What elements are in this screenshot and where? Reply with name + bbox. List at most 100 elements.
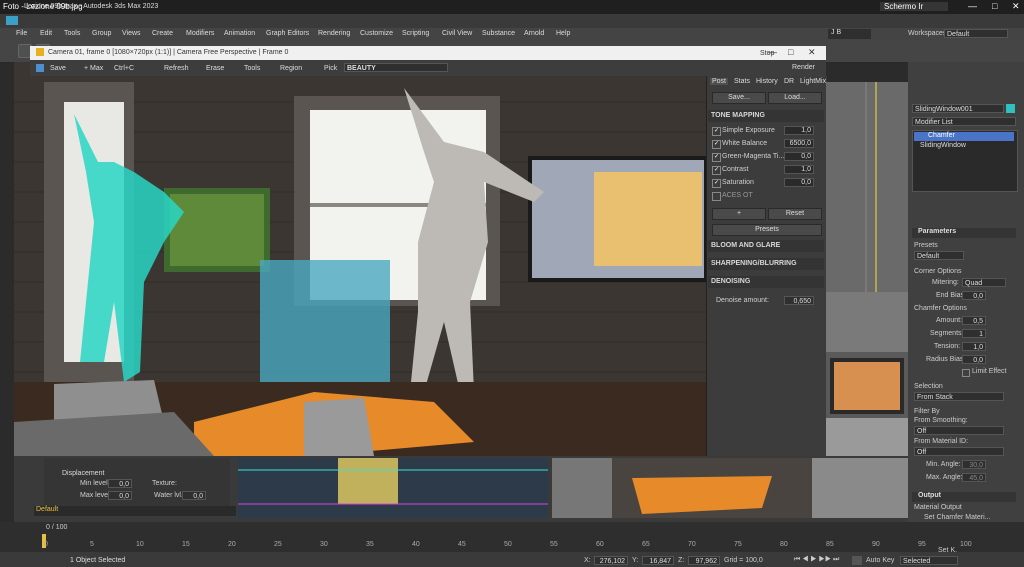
tab-lightmix[interactable]: LightMix (798, 78, 828, 85)
menu-customize[interactable]: Customize (360, 30, 393, 37)
post-save-button[interactable]: Save... (712, 92, 766, 104)
tm-value[interactable]: 0,0 (784, 152, 814, 161)
timeline[interactable] (0, 522, 1024, 552)
checkbox-icon[interactable] (712, 192, 721, 201)
stack-item-slidingwindow[interactable]: SlidingWindow (914, 142, 966, 149)
close-icon[interactable]: ✕ (1012, 1, 1020, 12)
rf-tools-button[interactable]: Tools (244, 65, 260, 72)
rf-maximize-icon[interactable]: □ (788, 47, 793, 57)
graph-editor-view[interactable] (238, 458, 548, 518)
selection-dropdown[interactable]: From Stack (914, 392, 1004, 401)
minimize-icon[interactable]: — (968, 1, 977, 11)
post-load-button[interactable]: Load... (768, 92, 822, 104)
rf-pick-button[interactable]: Pick (324, 65, 337, 72)
end-bias-field[interactable]: 0,0 (962, 291, 986, 300)
menu-substance[interactable]: Substance (482, 30, 515, 37)
tone-mapping-header[interactable]: TONE MAPPING (708, 110, 824, 122)
menu-rendering[interactable]: Rendering (318, 30, 350, 37)
stop-button[interactable]: Stop (760, 50, 774, 57)
max-title: Lezione 09b.max - Autodesk 3ds Max 2023 (24, 3, 159, 10)
workspaces-dropdown[interactable]: Default (944, 29, 1008, 38)
presets-dropdown[interactable]: Default (914, 251, 964, 260)
max-level-field[interactable]: 0,0 (108, 491, 132, 500)
checkbox-icon[interactable]: ✓ (712, 179, 721, 188)
add-operation-button[interactable]: + (712, 208, 766, 220)
rf-save-button[interactable]: Save (50, 65, 66, 72)
menu-views[interactable]: Views (122, 30, 141, 37)
frame-counter[interactable]: 0 / 100 (46, 524, 67, 531)
render-button[interactable]: Render (792, 64, 815, 71)
play-controls-icon[interactable]: ⏮ ◀ ▶ ▶▶ ⏭ (794, 556, 839, 564)
amount-field[interactable]: 0,5 (962, 316, 986, 325)
denoising-header[interactable]: DENOISING (708, 276, 824, 288)
tab-dr[interactable]: DR (782, 78, 796, 85)
menu-scripting[interactable]: Scripting (402, 30, 429, 37)
save-image-icon[interactable] (36, 64, 44, 72)
key-filter-dropdown[interactable]: Selected (900, 556, 958, 565)
z-coordinate[interactable]: 97,962 (688, 556, 720, 565)
tab-stats[interactable]: Stats (732, 78, 752, 85)
limit-effect-checkbox[interactable] (962, 369, 970, 377)
key-icon[interactable] (852, 556, 862, 565)
render-element-dropdown[interactable]: BEAUTY (344, 63, 448, 72)
segments-field[interactable]: 1 (962, 329, 986, 338)
render-viewport[interactable] (14, 62, 826, 456)
water-level-field[interactable]: 0,0 (182, 491, 206, 500)
checkbox-icon[interactable]: ✓ (712, 140, 721, 149)
tension-field[interactable]: 1,0 (962, 342, 986, 351)
tab-history[interactable]: History (754, 78, 780, 85)
menu-group[interactable]: Group (92, 30, 111, 37)
maximize-icon[interactable]: □ (992, 1, 997, 11)
rf-copy-button[interactable]: Ctrl+C (114, 65, 134, 72)
menu-help[interactable]: Help (556, 30, 570, 37)
menu-animation[interactable]: Animation (224, 30, 255, 37)
rf-max-button[interactable]: + Max (84, 65, 103, 72)
rf-erase-button[interactable]: Erase (206, 65, 224, 72)
tm-value[interactable]: 1,0 (784, 165, 814, 174)
output-header[interactable]: Output (912, 492, 1016, 502)
rf-region-button[interactable]: Region (280, 65, 302, 72)
menu-create[interactable]: Create (152, 30, 173, 37)
sharpening-header[interactable]: SHARPENING/BLURRING (708, 258, 824, 270)
menu-edit[interactable]: Edit (40, 30, 52, 37)
object-name-field[interactable]: SlidingWindow001 (912, 104, 1004, 113)
menu-arnold[interactable]: Arnold (524, 30, 544, 37)
set-key-button[interactable]: Set K. (938, 547, 957, 554)
bloom-glare-header[interactable]: BLOOM AND GLARE (708, 240, 824, 252)
smoothing-dropdown[interactable]: Off (914, 426, 1004, 435)
denoise-amount-field[interactable]: 0,650 (784, 296, 814, 305)
tm-value[interactable]: 6500,0 (784, 139, 814, 148)
max-angle-field[interactable]: 45,0 (962, 473, 986, 482)
rf-refresh-button[interactable]: Refresh (164, 65, 189, 72)
radius-bias-field[interactable]: 0,0 (962, 355, 986, 364)
min-angle-field[interactable]: 30,0 (962, 460, 986, 469)
tab-post[interactable]: Post (710, 78, 729, 85)
rf-close-icon[interactable]: ✕ (808, 47, 816, 58)
presets-button[interactable]: Presets (712, 224, 822, 236)
tm-value[interactable]: 0,0 (784, 178, 814, 187)
stack-item-chamfer[interactable]: Chamfer (914, 132, 1014, 141)
perspective-viewport[interactable] (552, 458, 908, 518)
modifier-list-dropdown[interactable]: Modifier List (912, 117, 1016, 126)
checkbox-icon[interactable]: ✓ (712, 127, 721, 136)
min-level-field[interactable]: 0,0 (108, 479, 132, 488)
menu-civil-view[interactable]: Civil View (442, 30, 472, 37)
menu-modifiers[interactable]: Modifiers (186, 30, 214, 37)
checkbox-icon[interactable]: ✓ (712, 166, 721, 175)
reset-button[interactable]: Reset (768, 208, 822, 220)
menu-file[interactable]: File (16, 30, 27, 37)
checkbox-icon[interactable]: ✓ (712, 153, 721, 162)
parameters-header[interactable]: Parameters (912, 228, 1016, 238)
menu-tools[interactable]: Tools (64, 30, 80, 37)
layer-default-dropdown[interactable]: Default (34, 506, 236, 516)
x-coordinate[interactable]: 276,102 (594, 556, 628, 565)
mitering-dropdown[interactable]: Quad (962, 278, 1006, 287)
photo-viewer-tab[interactable]: Schermo Ir (880, 2, 948, 11)
menu-graph-editors[interactable]: Graph Editors (266, 30, 309, 37)
object-color-swatch[interactable] (1006, 104, 1015, 113)
auto-key-button[interactable]: Auto Key (866, 557, 894, 564)
y-coordinate[interactable]: 16,847 (642, 556, 674, 565)
user-account[interactable]: J B (828, 29, 871, 39)
material-id-dropdown[interactable]: Off (914, 447, 1004, 456)
tm-value[interactable]: 1,0 (784, 126, 814, 135)
